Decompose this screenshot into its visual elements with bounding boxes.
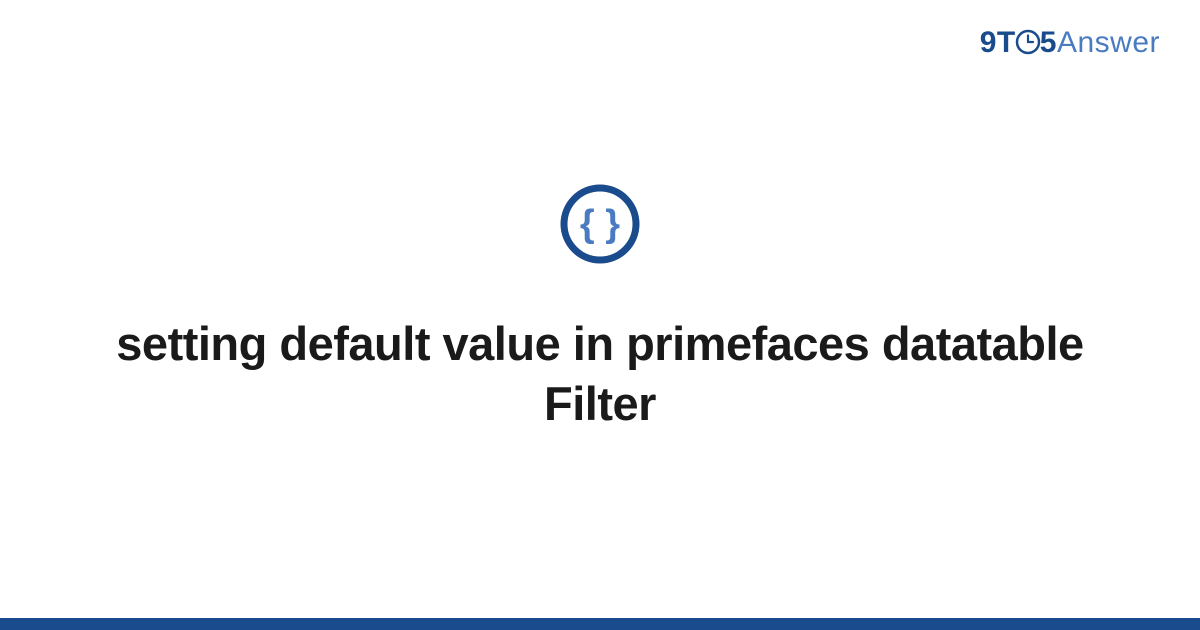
page-title: setting default value in primefaces data… bbox=[70, 314, 1130, 434]
svg-text:{ }: { } bbox=[580, 203, 620, 245]
code-braces-icon: { } bbox=[560, 184, 640, 264]
footer-accent-bar bbox=[0, 618, 1200, 630]
main-content: { } setting default value in primefaces … bbox=[0, 0, 1200, 618]
